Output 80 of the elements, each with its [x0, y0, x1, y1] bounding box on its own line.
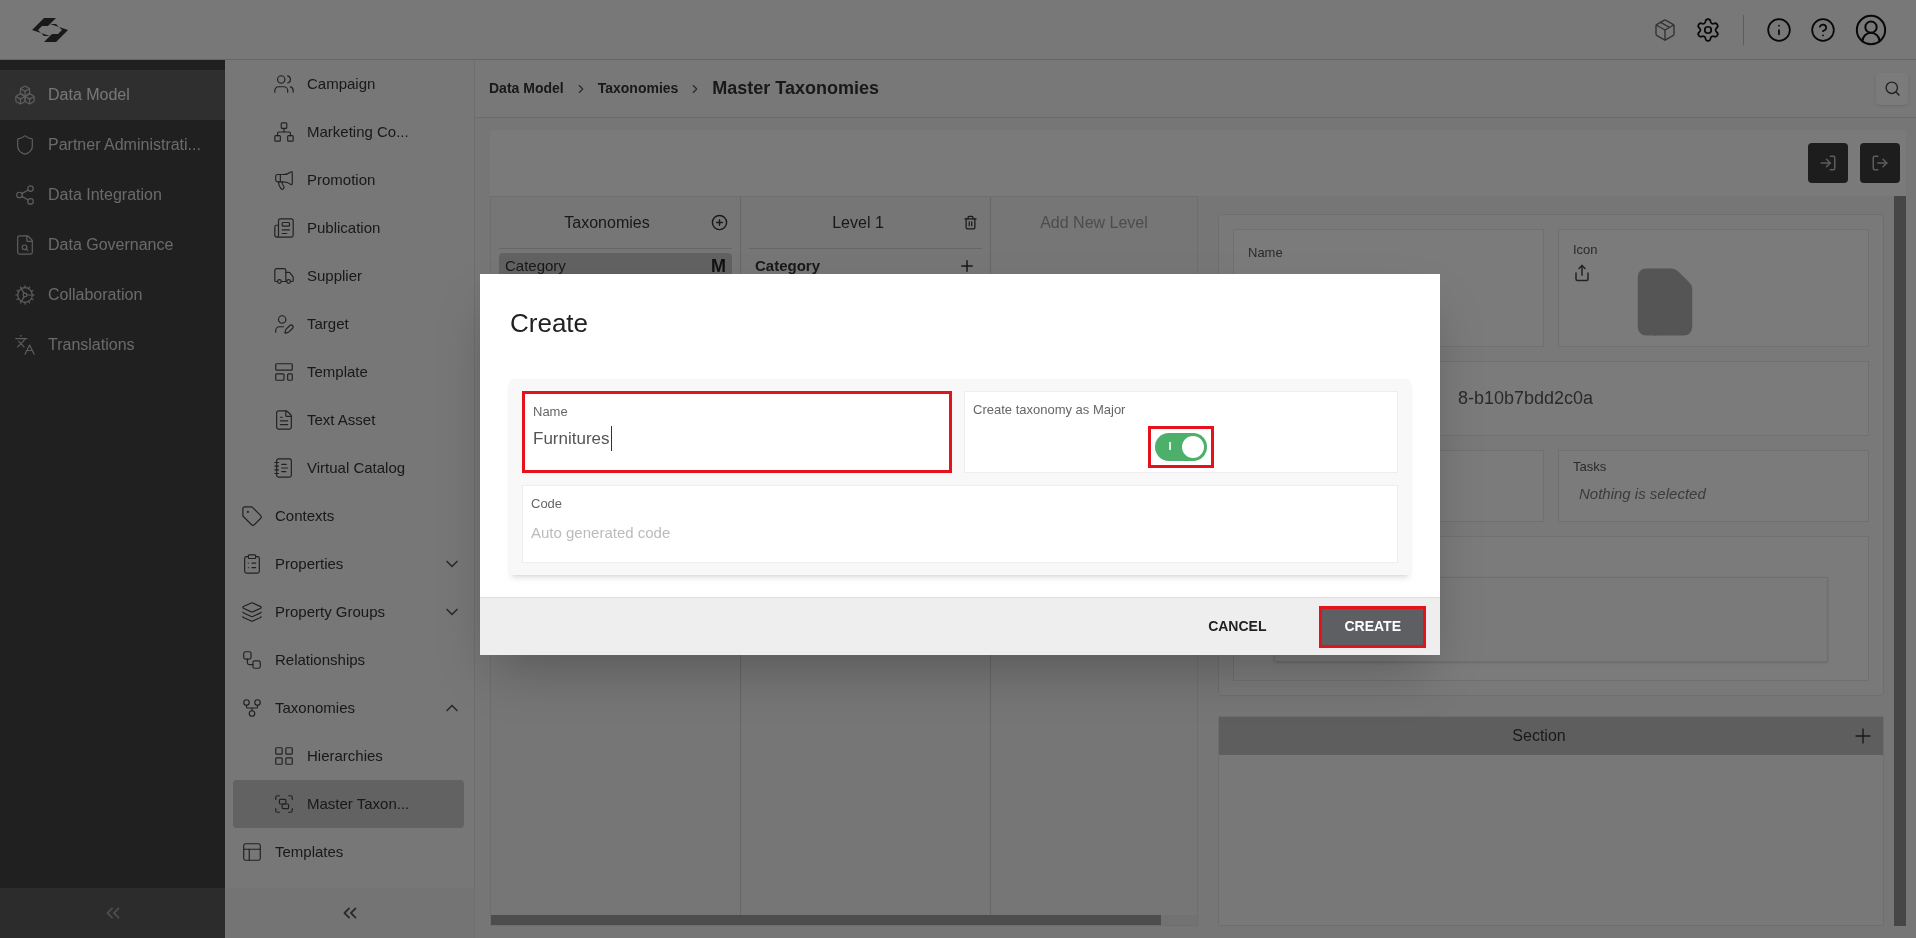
cancel-button[interactable]: CANCEL [1183, 605, 1292, 648]
nav-item[interactable]: Templates [225, 828, 474, 876]
nav-item[interactable]: Target [233, 300, 464, 348]
nav-item[interactable]: Data Model [0, 70, 225, 120]
grid-icon [273, 745, 295, 767]
export-button[interactable] [1860, 143, 1900, 183]
nav-item[interactable]: Data Integration [0, 170, 225, 220]
info-icon[interactable] [1766, 16, 1792, 43]
breadcrumb-link[interactable]: Taxonomies [597, 78, 679, 99]
create-button[interactable]: CREATE [1319, 605, 1426, 648]
layers-icon [241, 601, 263, 623]
file-search-icon [14, 234, 36, 256]
people-icon [273, 73, 295, 95]
section-title: Section [1511, 726, 1567, 746]
upload-icon[interactable] [1573, 263, 1591, 282]
import-button[interactable] [1808, 143, 1848, 183]
name-field[interactable]: Name Furnitures [522, 391, 952, 473]
delete-icon[interactable] [963, 215, 978, 230]
newspaper-icon [273, 217, 295, 239]
help-icon[interactable] [1810, 16, 1836, 43]
import-icon [1819, 154, 1837, 172]
layout-icon [273, 361, 295, 383]
translate-icon [14, 334, 36, 356]
column-title: Level 1 [831, 212, 885, 233]
nav-item[interactable]: Template [233, 348, 464, 396]
gear-icon [14, 284, 36, 306]
fork-icon [241, 697, 263, 719]
nav-item[interactable]: Contexts [225, 492, 474, 540]
shield-icon [14, 134, 36, 156]
code-input[interactable]: Auto generated code [531, 521, 1389, 544]
dialog-title: Create [510, 308, 589, 338]
breadcrumb-current: Master Taxonomies [712, 77, 880, 100]
nav-item[interactable]: Collaboration [0, 270, 225, 320]
nav-item[interactable]: Property Groups [225, 588, 474, 636]
user-pen-icon [273, 313, 295, 335]
nav-item[interactable]: Master Taxon... [233, 780, 464, 828]
group-icon [273, 793, 295, 815]
truck-icon [273, 265, 295, 287]
code-field[interactable]: Code Auto generated code [522, 485, 1398, 563]
avatar-icon[interactable] [1854, 12, 1888, 47]
search-icon [1883, 80, 1901, 97]
tag-icon [241, 505, 263, 527]
document-icon [273, 409, 295, 431]
nav-item[interactable]: Campaign [233, 60, 464, 108]
workflow-icon [241, 649, 263, 671]
nav-item[interactable]: Marketing Co... [233, 108, 464, 156]
network-icon [273, 121, 295, 143]
nav-item[interactable]: Relationships [225, 636, 474, 684]
settings-icon[interactable] [1695, 16, 1721, 43]
search-button[interactable] [1876, 72, 1908, 105]
nav-item[interactable]: Publication [233, 204, 464, 252]
level-item[interactable]: Category [755, 254, 958, 278]
horizontal-scrollbar[interactable] [491, 915, 1197, 925]
major-field: Create taxonomy as Major I [964, 391, 1398, 473]
notebook-icon [273, 457, 295, 479]
nodes-icon [14, 184, 36, 206]
export-icon [1871, 154, 1889, 172]
megaphone-icon [273, 169, 295, 191]
nav-item[interactable]: Hierarchies [233, 732, 464, 780]
package-icon[interactable] [1653, 17, 1677, 42]
clipboard-icon [241, 553, 263, 575]
tasks-field: Tasks Nothing is selected [1558, 450, 1869, 522]
nav-item[interactable]: Taxonomies [225, 684, 474, 732]
add-icon[interactable] [958, 257, 976, 275]
icon-field: Icon [1558, 229, 1869, 347]
column-title: Taxonomies [563, 212, 651, 233]
major-toggle[interactable]: I [1155, 432, 1207, 461]
nav-item[interactable]: Text Asset [233, 396, 464, 444]
nav-item[interactable]: Promotion [233, 156, 464, 204]
boxes-icon [14, 84, 36, 106]
nav-item[interactable]: Virtual Catalog [233, 444, 464, 492]
nav-item[interactable]: Translations [0, 320, 225, 370]
breadcrumb-link[interactable]: Data Model [489, 78, 564, 99]
nav-item[interactable]: Data Governance [0, 220, 225, 270]
nav-item[interactable]: Properties [225, 540, 474, 588]
nav-item[interactable]: Supplier [233, 252, 464, 300]
vertical-scrollbar[interactable] [1894, 196, 1906, 926]
major-label: M [711, 254, 726, 278]
nav-item[interactable]: Partner Administrati... [0, 120, 225, 170]
panels-icon [241, 841, 263, 863]
